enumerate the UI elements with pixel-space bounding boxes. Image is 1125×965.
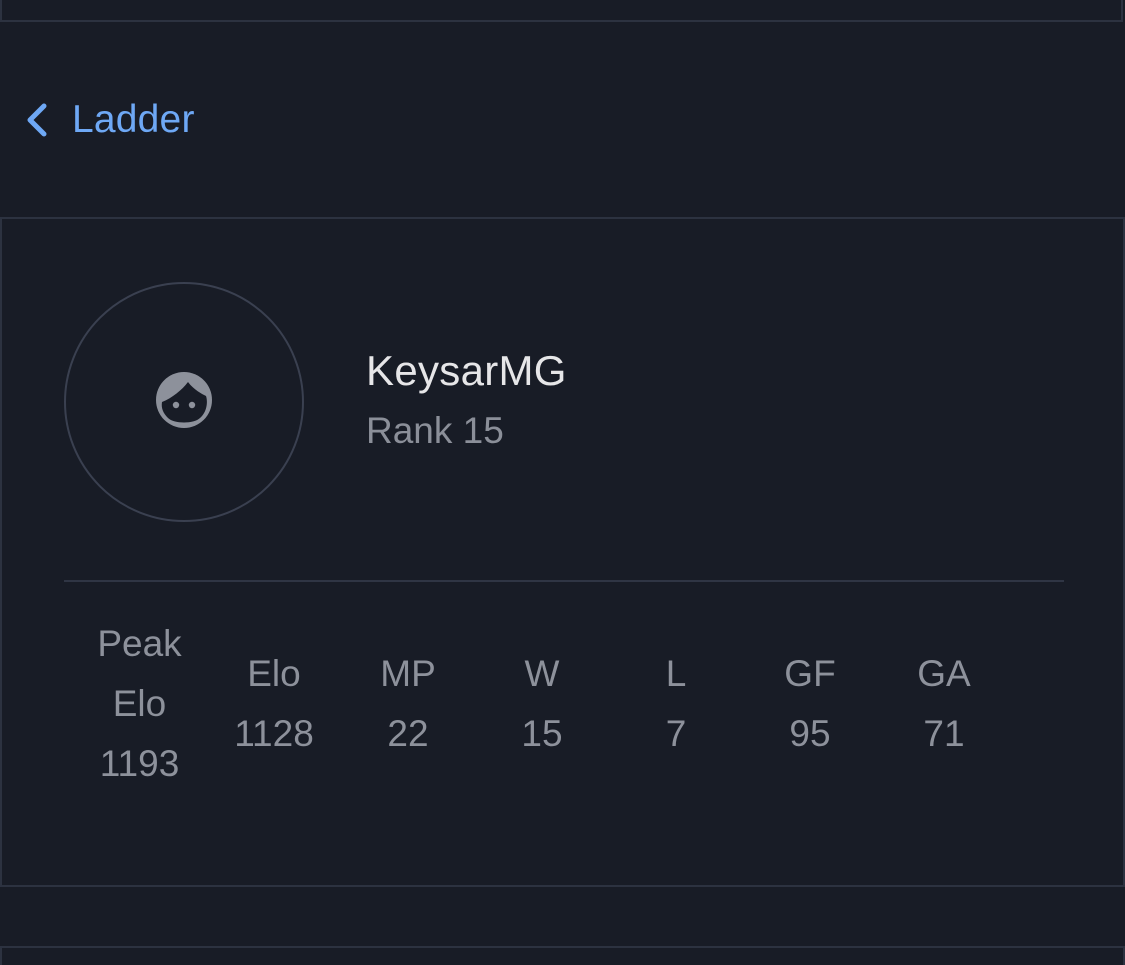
stat-losses: L 7	[609, 644, 743, 764]
face-icon	[152, 368, 216, 437]
player-card: KeysarMG Rank 15 Peak Elo 1193 Elo 1128 …	[0, 217, 1125, 887]
stat-value: 22	[387, 713, 429, 754]
avatar	[64, 282, 304, 522]
player-stats: Peak Elo 1193 Elo 1128 MP 22 W 15 L 7 GF	[72, 609, 1057, 799]
stat-label: GA	[917, 653, 971, 694]
player-identity: KeysarMG Rank 15	[366, 344, 567, 458]
divider	[64, 580, 1064, 582]
stat-value: 1193	[99, 743, 180, 784]
player-rank: Rank 15	[366, 410, 504, 451]
back-to-ladder-link[interactable]: Ladder	[22, 92, 195, 148]
stat-peak-elo: Peak Elo 1193	[72, 614, 207, 794]
previous-card	[0, 0, 1123, 22]
stat-value: 95	[789, 713, 831, 754]
stat-label: GF	[784, 653, 836, 694]
stat-goals-against: GA 71	[877, 644, 1011, 764]
stat-label: Elo	[112, 683, 167, 724]
player-profile-page: Ladder KeysarMG Rank 15 Peak Elo 1193 El…	[0, 0, 1125, 965]
stat-value: 1128	[234, 713, 314, 754]
stat-label: Elo	[247, 653, 301, 694]
back-link-label: Ladder	[72, 98, 195, 141]
stat-label: L	[665, 653, 687, 694]
stat-value: 7	[665, 713, 687, 754]
stat-label: MP	[380, 653, 436, 694]
chevron-left-icon	[22, 100, 50, 140]
stat-wins: W 15	[475, 644, 609, 764]
stat-elo: Elo 1128	[207, 644, 341, 764]
player-name: KeysarMG	[366, 347, 567, 394]
stat-value: 71	[923, 713, 965, 754]
stat-goals-for: GF 95	[743, 644, 877, 764]
next-card	[0, 946, 1125, 965]
stat-label: W	[524, 653, 560, 694]
stat-value: 15	[521, 713, 563, 754]
stat-matches-played: MP 22	[341, 644, 475, 764]
stat-label: Peak	[97, 623, 182, 664]
